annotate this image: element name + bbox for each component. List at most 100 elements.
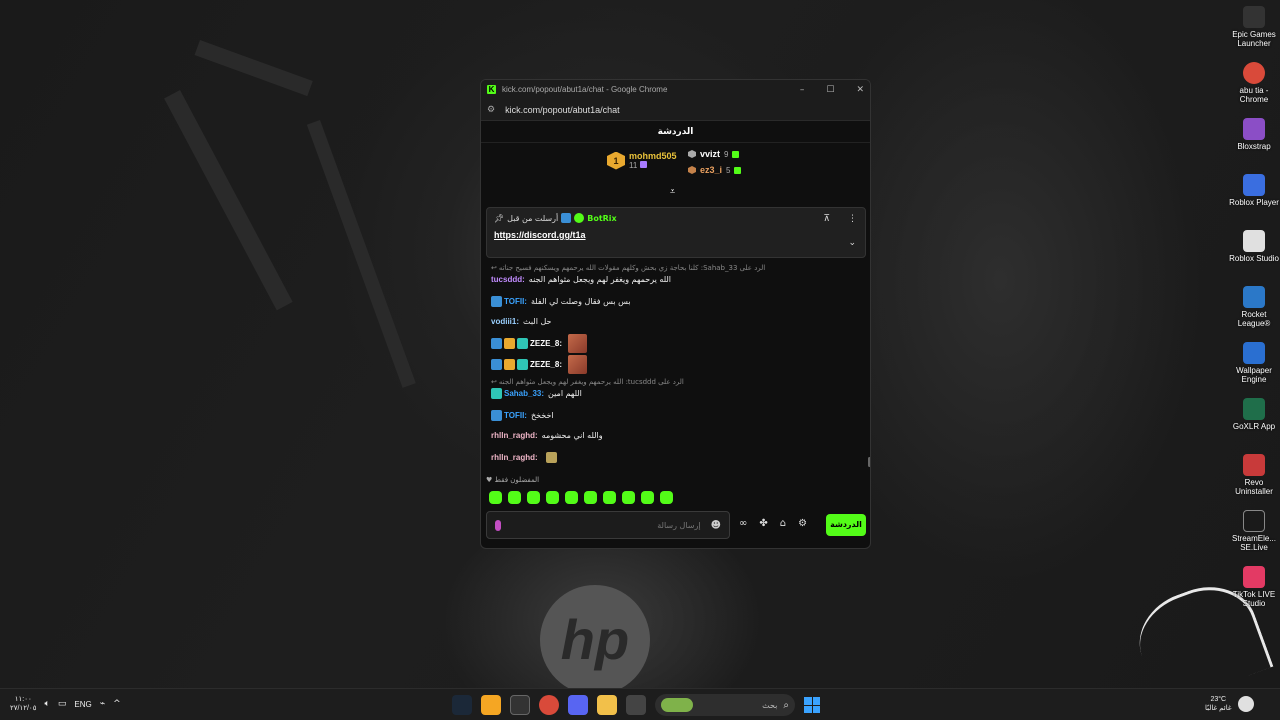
- emote-button[interactable]: [546, 491, 559, 504]
- emote-button[interactable]: [603, 491, 616, 504]
- chat-username[interactable]: rhlln_raghd:: [491, 431, 538, 440]
- emote-button[interactable]: [641, 491, 654, 504]
- emote-button[interactable]: [660, 491, 673, 504]
- desktop-icon-rocket-league[interactable]: Rocket League®: [1228, 286, 1280, 328]
- emote-button[interactable]: [565, 491, 578, 504]
- chat-message-text: اخخخخ: [530, 411, 554, 420]
- chat-input[interactable]: إرسال رسالة ☻: [486, 511, 730, 539]
- volume-icon[interactable]: 🔈︎: [44, 699, 49, 709]
- chat-message: rhlln_raghd: والله اني محشومه: [491, 431, 603, 440]
- wallpaper-stroke: [164, 90, 293, 311]
- chat-message: rhlln_raghd:: [491, 452, 557, 463]
- chat-username[interactable]: ZEZE_8:: [530, 360, 562, 369]
- battery-icon[interactable]: ▭: [58, 699, 67, 709]
- leaderboard-third[interactable]: ez3_i 5: [688, 165, 742, 175]
- desktop-icon-bloxstrap[interactable]: Bloxstrap: [1228, 118, 1280, 151]
- silver-hex-icon: [688, 150, 696, 158]
- desktop-icon-label: TikTok LIVE Studio: [1232, 590, 1276, 608]
- taskbar: ١١:٠٠ ٢٧/١٢/٠٥ 🔈︎ ▭ ENG ⌁ ^ بحث ⌕ 23°C غ…: [0, 688, 1280, 720]
- more-options-icon[interactable]: ⋮: [848, 214, 857, 224]
- chrome-icon[interactable]: [539, 695, 559, 715]
- infinity-icon[interactable]: ∞: [739, 518, 747, 529]
- language-indicator[interactable]: ENG: [74, 700, 91, 709]
- taskbar-search[interactable]: بحث ⌕: [655, 694, 795, 716]
- weather-desc: غائم غالبًا: [1205, 705, 1232, 712]
- desktop-icon-goxlr[interactable]: GoXLR App: [1228, 398, 1280, 431]
- gift-subs-icon[interactable]: ✤: [759, 518, 767, 529]
- leaderboard-first-name: mohmd505: [629, 151, 677, 161]
- gear-icon[interactable]: ⚙: [798, 518, 807, 529]
- chat-username[interactable]: vodiii1:: [491, 317, 519, 326]
- emote-button[interactable]: [622, 491, 635, 504]
- reply-context[interactable]: ↩ كلنا بحاجة زي بحش وكلهم مقولات الله ير…: [491, 264, 765, 272]
- clock[interactable]: ١١:٠٠ ٢٧/١٢/٠٥: [10, 695, 36, 713]
- chat-username[interactable]: tucsddd:: [491, 275, 525, 284]
- chat-username[interactable]: Sahab_33:: [504, 389, 544, 398]
- heart-icon: ♥: [486, 476, 493, 484]
- bot-badge-icon: [491, 359, 502, 370]
- file-explorer-icon[interactable]: [597, 695, 617, 715]
- crown-badge-icon: [504, 338, 515, 349]
- leaderboard-first-count: 11: [629, 161, 638, 170]
- desktop-icon-wallpaper-engine[interactable]: Wallpaper Engine: [1228, 342, 1280, 384]
- reply-context[interactable]: ↩ الله يرحمهم ويغفر لهم ويجعل مثواهم الج…: [491, 378, 684, 386]
- desktop-icon-roblox-player[interactable]: Roblox Player: [1228, 174, 1280, 207]
- emote-button[interactable]: [489, 491, 502, 504]
- chat-username[interactable]: TOFII:: [504, 297, 527, 306]
- close-icon[interactable]: ✕: [856, 85, 864, 95]
- pinned-link[interactable]: https://discord.gg/t1a: [494, 230, 858, 240]
- chat-username[interactable]: rhlln_raghd:: [491, 453, 538, 462]
- pin-icon: 📌︎: [494, 213, 505, 223]
- chrome-popup-window: K kick.com/popout/abut1a/chat - Google C…: [480, 79, 871, 549]
- task-view-icon[interactable]: [626, 695, 646, 715]
- network-icon[interactable]: ⌁: [100, 699, 105, 709]
- store-icon[interactable]: ⌂: [780, 518, 786, 529]
- emote-button[interactable]: [584, 491, 597, 504]
- gift-icon: [639, 161, 647, 168]
- chat-scrollbar[interactable]: [868, 457, 870, 467]
- bloxstrap-icon: [1243, 118, 1265, 140]
- leaderboard-first[interactable]: 1 mohmd505 11: [607, 151, 677, 170]
- desktop-icon-chrome[interactable]: abu tia - Chrome: [1228, 62, 1280, 104]
- maximize-icon[interactable]: ☐: [826, 85, 834, 95]
- emote-button[interactable]: [508, 491, 521, 504]
- site-settings-icon[interactable]: ⚙: [487, 105, 495, 115]
- chat-message: ZEZE_8:: [491, 355, 588, 374]
- desktop-icon-tiktok-live[interactable]: TikTok LIVE Studio: [1228, 566, 1280, 608]
- desktop-icon-epic-games[interactable]: Epic Games Launcher: [1228, 6, 1280, 48]
- desktop-icon-revo-uninstaller[interactable]: Revo Uninstaller: [1228, 454, 1280, 496]
- xbox-icon[interactable]: [510, 695, 530, 715]
- unpin-icon[interactable]: ⊼: [823, 214, 830, 224]
- chevron-up-icon[interactable]: ^: [113, 699, 121, 709]
- url-text[interactable]: kick.com/popout/abut1a/chat: [505, 105, 620, 115]
- bot-badge-icon: [491, 410, 502, 421]
- desktop-icon-roblox-studio[interactable]: Roblox Studio: [1228, 230, 1280, 263]
- desktop-icon-streamelements[interactable]: StreamEle... SE.Live: [1228, 510, 1280, 552]
- chat-header-title: الدردشة: [481, 121, 870, 143]
- app-icon[interactable]: [481, 695, 501, 715]
- address-bar[interactable]: ⚙ kick.com/popout/abut1a/chat: [481, 99, 870, 121]
- chat-username[interactable]: TOFII:: [504, 411, 527, 420]
- weather-widget[interactable]: 23°C غائم غالبًا: [1205, 695, 1254, 713]
- pinned-author[interactable]: BotRix: [587, 214, 616, 223]
- chat-message: TOFII: بس بس فقال وصلت لي الفلة: [491, 296, 631, 307]
- windows-start-icon[interactable]: [804, 697, 820, 713]
- wallpaper-stroke: [306, 120, 416, 388]
- rocket-league-icon: [1243, 286, 1265, 308]
- chat-username[interactable]: ZEZE_8:: [530, 339, 562, 348]
- emote-button[interactable]: [527, 491, 540, 504]
- window-titlebar[interactable]: K kick.com/popout/abut1a/chat - Google C…: [481, 80, 870, 99]
- leaderboard-second[interactable]: vvizt 9: [688, 149, 740, 159]
- minimize-icon[interactable]: –: [800, 85, 805, 95]
- sub-badge-icon: [491, 388, 502, 399]
- emoji-picker-icon[interactable]: ☻: [711, 520, 721, 531]
- chevron-down-icon[interactable]: ⌄: [848, 238, 856, 248]
- chat-message: tucsddd: الله يرحمهم ويغفر لهم ويجعل مثو…: [491, 275, 671, 284]
- discord-icon[interactable]: [568, 695, 588, 715]
- window-title: kick.com/popout/abut1a/chat - Google Chr…: [502, 85, 668, 94]
- reply-text: كلنا بحاجة زي بحش وكلهم مقولات الله يرحم…: [498, 264, 766, 272]
- steam-icon[interactable]: [452, 695, 472, 715]
- expand-leaderboard-icon[interactable]: ⩡: [670, 187, 675, 197]
- favorites-label: ♥ المفضلون فقط: [486, 476, 539, 484]
- send-chat-button[interactable]: الدردشة: [826, 514, 866, 536]
